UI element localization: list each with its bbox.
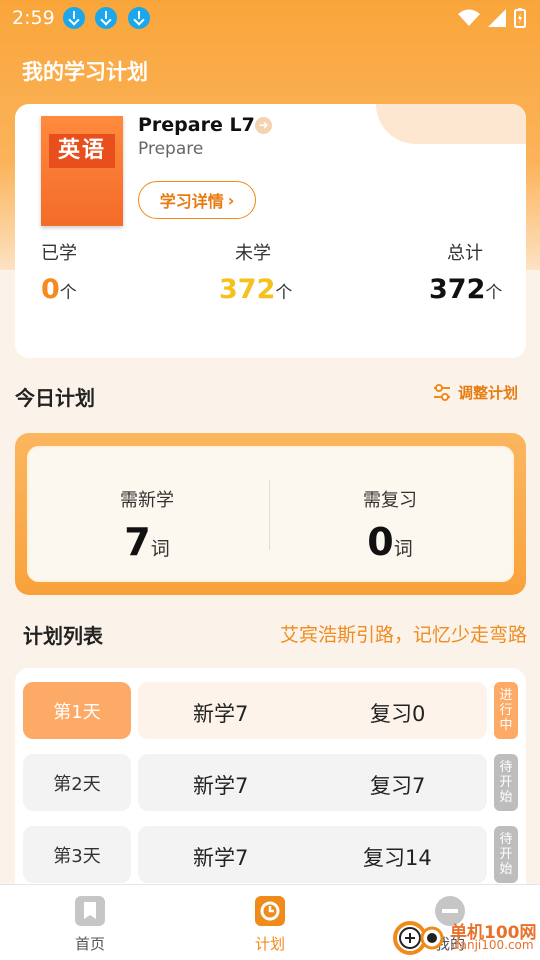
status-indicators [458,8,526,28]
row-review-count: 复习0 [370,702,426,726]
total-value: 372个 [429,274,503,305]
download-icon [63,7,85,29]
plan-row-content[interactable]: 新学7 复习7 [138,754,487,811]
unlearned-label: 未学 [235,243,271,264]
plan-row-content[interactable]: 新学7 复习0 [138,682,487,739]
book-card: 英语 Prepare L7 ➜ Prepare 学习详情 › 已学 0个 未学 … [15,104,526,358]
download-icon [128,7,150,29]
card-decoration [376,104,526,144]
watermark-url: danji100.com [452,938,534,952]
plan-list-title: 计划列表 [23,624,103,648]
status-time: 2:59 [12,7,55,29]
watermark-logo-icon [393,921,444,955]
row-new-count: 新学7 [193,774,249,798]
bookmark-icon [75,896,105,926]
plan-row-content[interactable]: 新学7 复习14 [138,826,487,883]
watermark: 单机100网 danji100.com [390,916,540,956]
row-status-badge: 待开始 [494,754,518,811]
adjust-plan-button[interactable]: 调整计划 [432,382,518,403]
book-title: Prepare L7 [138,114,255,136]
row-review-count: 复习14 [363,846,432,870]
plan-list: 第1天 新学7 复习0 进行中 第2天 新学7 复习7 待开始 第3天 新学7 … [15,668,526,888]
download-icon [95,7,117,29]
new-words-value: 7词 [124,520,170,564]
row-status-badge: 进行中 [494,682,518,739]
review-words-value: 0词 [367,520,413,564]
total-label: 总计 [447,243,483,264]
switch-book-icon[interactable]: ➜ [255,117,272,134]
today-plan-title: 今日计划 [15,386,95,410]
unlearned-value: 372个 [219,274,293,305]
today-plan-card: 需新学 7词 需复习 0词 [15,433,526,595]
wifi-icon [458,9,480,26]
today-plan-inner: 需新学 7词 需复习 0词 [27,446,514,582]
learned-label: 已学 [41,243,77,264]
row-new-count: 新学7 [193,702,249,726]
new-words-label: 需新学 [120,490,174,511]
row-review-count: 复习7 [370,774,426,798]
status-bar: 2:59 [0,0,540,36]
review-words-label: 需复习 [363,490,417,511]
book-subtitle: Prepare [138,139,204,159]
study-detail-label: 学习详情 [159,192,224,211]
row-status-badge: 待开始 [494,826,518,883]
tab-plan-label: 计划 [254,935,285,953]
tab-home-label: 首页 [74,935,105,953]
chevron-right-icon: › [227,190,235,210]
sliders-icon [434,383,450,401]
day-label[interactable]: 第3天 [23,826,131,883]
learned-value: 0个 [41,274,77,305]
clock-icon [255,896,285,926]
battery-icon [514,8,526,28]
day-label[interactable]: 第1天 [23,682,131,739]
page-title: 我的学习计划 [22,60,148,84]
day-label[interactable]: 第2天 [23,754,131,811]
adjust-plan-label: 调整计划 [458,384,519,402]
book-cover[interactable]: 英语 [41,116,123,226]
study-detail-button[interactable]: 学习详情 › [138,181,256,219]
cover-title: 英语 [49,134,115,168]
row-new-count: 新学7 [193,846,249,870]
signal-icon [488,9,506,27]
plan-slogan: 艾宾浩斯引路，记忆少走弯路 [279,624,527,646]
